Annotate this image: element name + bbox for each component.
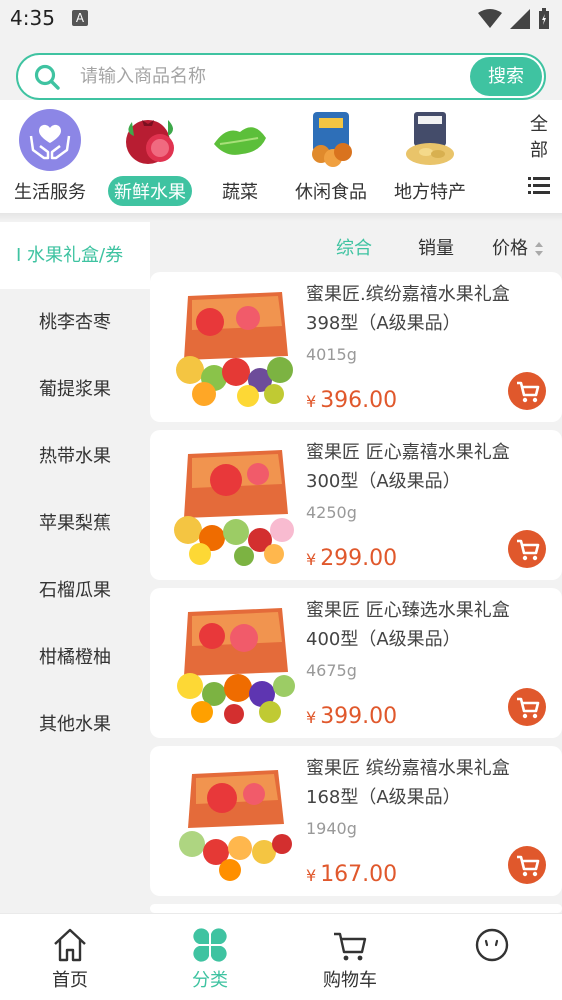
product-title: 蜜果匠 匠心臻选水果礼盒400型（A级果品） [306, 600, 510, 650]
sidebar-item-fruit-gift-box[interactable]: I 水果礼盒/券 [0, 222, 150, 289]
cart-icon [517, 539, 540, 561]
sidebar-item-grape-berry[interactable]: 葡提浆果 [0, 356, 150, 423]
product-weight: 1940g [306, 819, 357, 838]
specialty-icon [406, 112, 454, 165]
status-time: 4:35 [10, 6, 55, 30]
nav-category[interactable]: 分类 [140, 914, 280, 1000]
profile-face-icon [475, 928, 509, 962]
cart-icon [517, 697, 540, 719]
add-to-cart-button[interactable] [508, 372, 546, 410]
add-to-cart-button[interactable] [508, 530, 546, 568]
product-price: ¥396.00 [306, 388, 397, 413]
snack-icon [312, 112, 352, 167]
product-title: 蜜果匠 匠心嘉禧水果礼盒300型（A级果品） [306, 442, 510, 492]
product-card[interactable]: 蜜果匠 匠心臻选水果礼盒400型（A级果品） 4675g ¥399.00 [150, 588, 562, 738]
product-price: ¥299.00 [306, 546, 397, 571]
cart-icon [517, 855, 540, 877]
shopping-cart-icon [334, 932, 367, 961]
signal-icon [510, 9, 530, 29]
price-value: 396.00 [320, 388, 398, 413]
all-label-1: 全 [530, 114, 548, 135]
currency-symbol: ¥ [306, 392, 317, 411]
fruit-gift-box-image [179, 770, 292, 881]
search-bar: 搜索 [16, 53, 546, 100]
category-label: 地方特产 [394, 182, 466, 203]
add-to-cart-button[interactable] [508, 688, 546, 726]
sidebar-item-citrus[interactable]: 柑橘橙柚 [0, 624, 150, 691]
sort-sales[interactable]: 销量 [418, 234, 454, 260]
search-icon [34, 64, 60, 90]
divider [0, 213, 562, 221]
category-label: 生活服务 [14, 182, 86, 203]
currency-symbol: ¥ [306, 708, 317, 727]
category-label: 蔬菜 [222, 182, 258, 203]
sidebar-item-peach-plum[interactable]: 桃李杏枣 [0, 289, 150, 356]
category-strip: 生活服务 新鲜水果 蔬菜 休闲食品 地方特产 全 部 [0, 100, 562, 213]
notification-a-icon: A [72, 10, 88, 26]
add-to-cart-button[interactable] [508, 846, 546, 884]
currency-symbol: ¥ [306, 866, 317, 885]
product-weight: 4015g [306, 345, 357, 364]
category-icon [193, 928, 227, 962]
nav-cart-label: 购物车 [323, 970, 377, 991]
search-input[interactable] [80, 55, 460, 98]
product-card[interactable]: 蜜果匠 匠心嘉禧水果礼盒300型（A级果品） 4250g ¥299.00 [150, 430, 562, 580]
status-icons [478, 8, 550, 30]
cart-icon [517, 381, 540, 403]
nav-home[interactable]: 首页 [0, 914, 140, 1000]
product-weight: 4675g [306, 661, 357, 680]
product-title: 蜜果匠.缤纷嘉禧水果礼盒398型（A级果品） [306, 284, 510, 334]
currency-symbol: ¥ [306, 550, 317, 569]
sort-arrows-icon [534, 242, 543, 256]
all-label-2: 部 [530, 140, 548, 161]
all-categories-button[interactable]: 全 部 [526, 112, 552, 164]
price-value: 167.00 [320, 862, 398, 887]
sort-price[interactable]: 价格 [492, 234, 544, 260]
list-menu-icon[interactable] [528, 176, 550, 196]
lettuce-icon [214, 127, 266, 155]
sort-bar: 综合 销量 价格 [150, 222, 562, 270]
product-title: 蜜果匠 缤纷嘉禧水果礼盒168型（A级果品） [306, 758, 510, 808]
battery-icon [539, 8, 549, 29]
status-bar: 4:35 A [0, 0, 562, 40]
heart-hands-icon [19, 109, 81, 171]
nav-cart[interactable]: 购物车 [280, 914, 420, 1000]
sidebar-item-apple-pear-banana[interactable]: 苹果梨蕉 [0, 490, 150, 557]
bottom-nav: 首页 分类 购物车 [0, 913, 562, 1000]
product-price: ¥167.00 [306, 862, 397, 887]
price-value: 399.00 [320, 704, 398, 729]
fruit-gift-box-image [177, 608, 295, 724]
nav-profile[interactable] [422, 914, 562, 1000]
sort-comprehensive[interactable]: 综合 [336, 234, 372, 260]
product-card-partial [150, 904, 562, 913]
nav-category-label: 分类 [192, 970, 228, 991]
product-card[interactable]: 蜜果匠 缤纷嘉禧水果礼盒168型（A级果品） 1940g ¥167.00 [150, 746, 562, 896]
nav-home-label: 首页 [52, 970, 88, 991]
sidebar-item-pomegranate-melon[interactable]: 石榴瓜果 [0, 557, 150, 624]
product-card[interactable]: 蜜果匠.缤纷嘉禧水果礼盒398型（A级果品） 4015g ¥396.00 [150, 272, 562, 422]
subcategory-sidebar: I 水果礼盒/券 桃李杏枣 葡提浆果 热带水果 苹果梨蕉 石榴瓜果 柑橘橙柚 其… [0, 222, 150, 912]
search-button[interactable]: 搜索 [470, 57, 542, 96]
fruit-gift-box-image [174, 450, 294, 566]
sort-price-label: 价格 [492, 238, 528, 259]
price-value: 299.00 [320, 546, 398, 571]
product-weight: 4250g [306, 503, 357, 522]
sidebar-item-other-fruit[interactable]: 其他水果 [0, 691, 150, 758]
product-price: ¥399.00 [306, 704, 397, 729]
wifi-icon [478, 9, 502, 28]
pomegranate-icon [126, 120, 174, 164]
sidebar-item-tropical[interactable]: 热带水果 [0, 423, 150, 490]
category-label: 休闲食品 [295, 182, 367, 203]
category-label-active: 新鲜水果 [108, 176, 192, 206]
fruit-gift-box-image [176, 292, 293, 407]
home-icon [54, 928, 86, 962]
